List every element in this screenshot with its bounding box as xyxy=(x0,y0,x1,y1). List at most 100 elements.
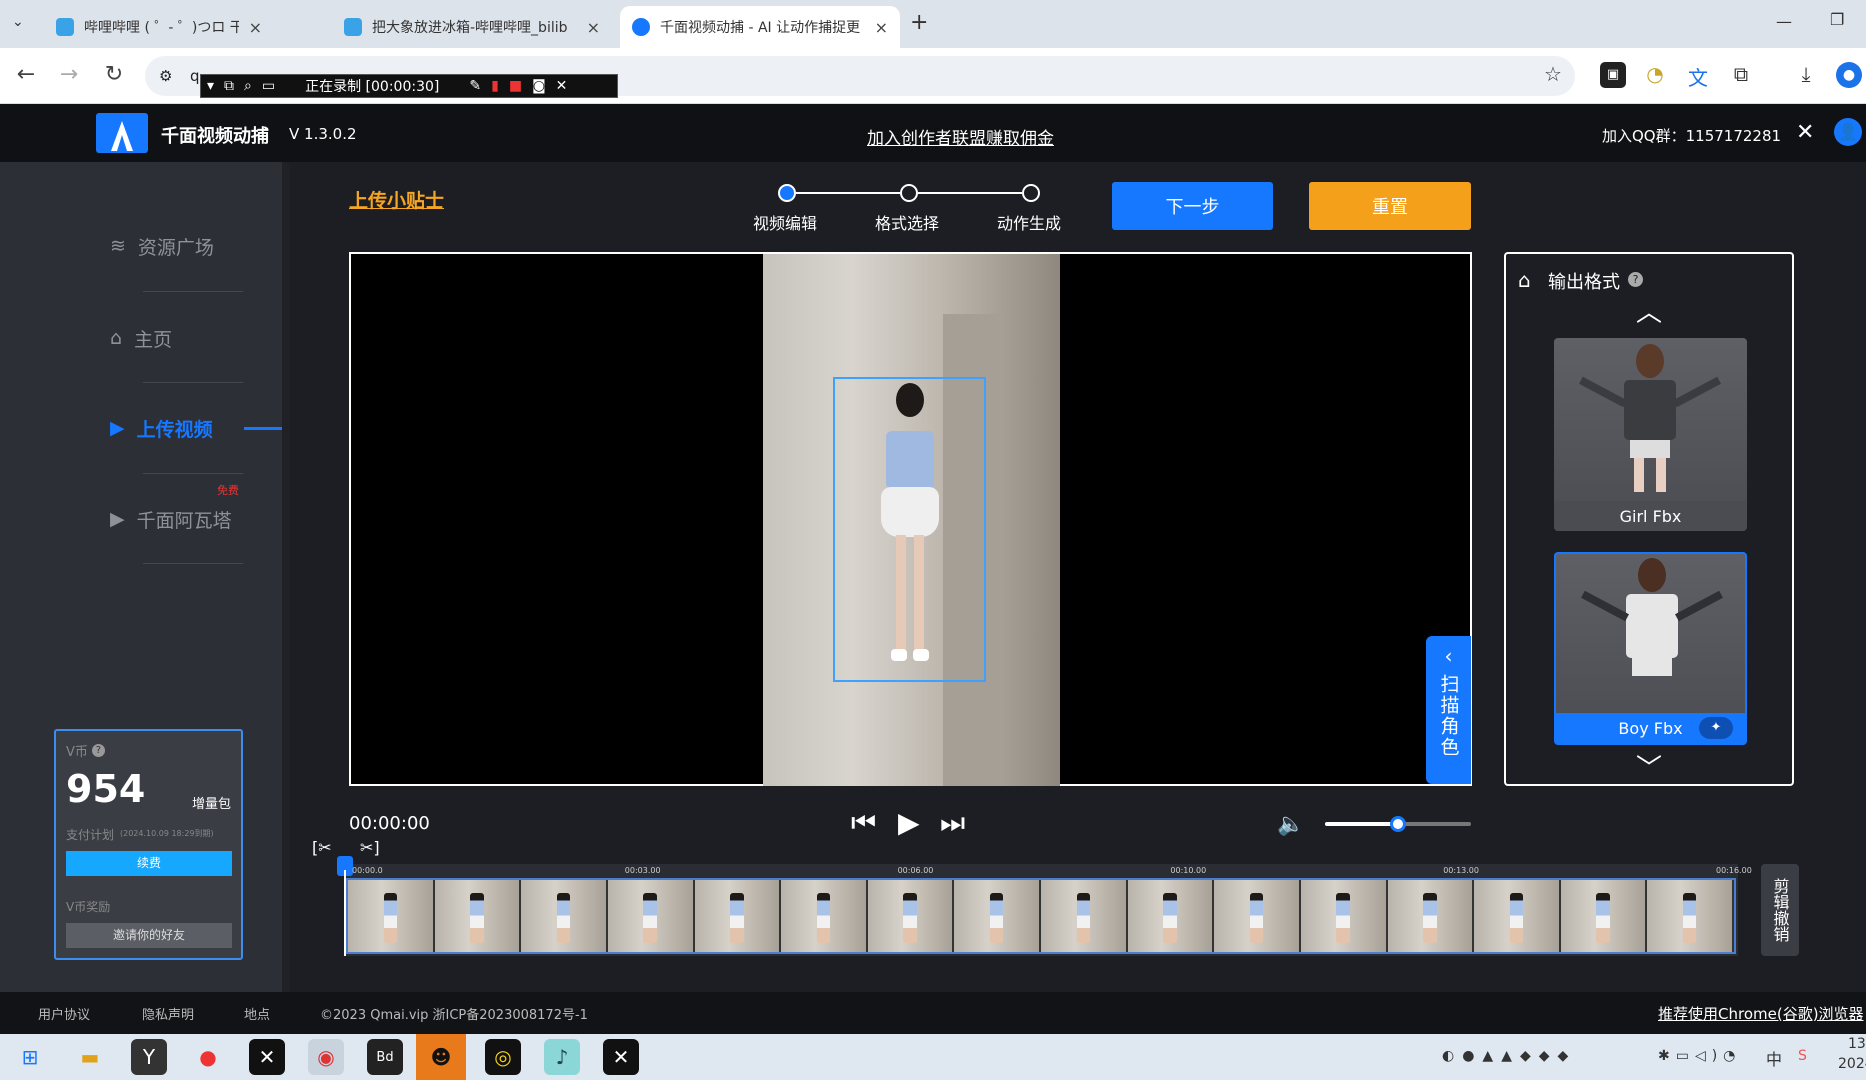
pause-icon[interactable]: ▮ xyxy=(491,78,499,94)
app-icon[interactable]: ♪ xyxy=(544,1039,580,1075)
tray-icons[interactable]: ◐●▲▲◆◆◆ xyxy=(1442,1048,1576,1064)
vcoin-pack[interactable]: 增量包 xyxy=(192,793,231,812)
vcoin-label-row: V币 ? xyxy=(66,741,105,760)
network-volume-icons[interactable]: ✱▭◁)◔ xyxy=(1658,1048,1741,1064)
video-icon: ▶ xyxy=(110,508,125,530)
volume-icon[interactable]: 🔈 xyxy=(1277,812,1304,837)
join-creator-link[interactable]: 加入创作者联盟赚取佣金 xyxy=(867,124,1054,149)
browser-tab-bilibili-home[interactable]: 哔哩哔哩 ( ゜- ゜)つロ 干杯~-bi × xyxy=(44,6,274,48)
chrome-icon[interactable]: ◉ xyxy=(308,1039,344,1075)
zoom-icon[interactable]: ⌕ xyxy=(244,78,252,94)
app-header: 千面视频动捕 V 1.3.0.2 加入创作者联盟赚取佣金 加入QQ群：11571… xyxy=(0,104,1866,162)
volume-knob[interactable] xyxy=(1390,816,1406,832)
browser-tab-qianmian[interactable]: 千面视频动捕 - AI 让动作捕捉更 × xyxy=(620,6,900,48)
skip-back-icon[interactable]: ⏮ xyxy=(851,806,876,840)
magic-wand-icon[interactable]: ✦ xyxy=(1699,717,1733,739)
reload-icon[interactable]: ↻ xyxy=(100,62,128,87)
app-tray-icon[interactable]: S xyxy=(1798,1048,1807,1064)
sidebar-item-upload-video[interactable]: ▶ 上传视频 xyxy=(110,398,213,458)
crop-icon[interactable]: ▭ xyxy=(262,78,275,94)
cut-undo-label: 剪辑撤销 xyxy=(1770,878,1790,942)
footer-link-privacy[interactable]: 隐私声明 xyxy=(142,1004,194,1023)
sidebar-item-label: 资源广场 xyxy=(137,236,214,259)
extensions-puzzle-icon[interactable]: ⧉ xyxy=(1728,62,1754,88)
capcut-icon[interactable]: ✕ xyxy=(249,1039,285,1075)
close-icon[interactable]: × xyxy=(875,18,888,37)
footer-link-location[interactable]: 地点 xyxy=(244,1004,270,1023)
scan-character-button[interactable]: ‹ 扫描角色 xyxy=(1426,636,1471,784)
app-icon[interactable]: Bd xyxy=(367,1039,403,1075)
pen-icon[interactable]: ✎ xyxy=(469,78,481,94)
maximize-icon[interactable]: ❐ xyxy=(1830,10,1844,29)
download-icon[interactable]: ⤓ xyxy=(1793,62,1819,88)
file-explorer-icon[interactable]: ▬ xyxy=(72,1039,108,1075)
capcut-icon[interactable]: ✕ xyxy=(603,1039,639,1075)
close-icon[interactable]: ✕ xyxy=(556,78,568,94)
upload-tips-link[interactable]: 上传小贴士 xyxy=(349,186,444,213)
divider xyxy=(143,382,243,383)
timeline-thumbnail xyxy=(1300,880,1388,952)
active-indicator xyxy=(244,427,282,430)
close-icon[interactable]: × xyxy=(587,18,600,37)
footer-link-user-agreement[interactable]: 用户协议 xyxy=(38,1004,90,1023)
skip-forward-icon[interactable]: ⏭ xyxy=(940,806,965,840)
qq-icon[interactable]: ☻ xyxy=(416,1034,466,1080)
cut-undo-button[interactable]: 剪辑撤销 xyxy=(1761,864,1799,956)
clock-date[interactable]: 2024 xyxy=(1838,1056,1866,1072)
scan-label: 扫描角色 xyxy=(1437,674,1460,758)
camera-icon[interactable]: ◙ xyxy=(532,78,546,94)
step-connector xyxy=(918,192,1022,194)
tools-icon[interactable]: ✕ xyxy=(1796,120,1814,145)
minimize-icon[interactable]: — xyxy=(1776,12,1792,31)
chevron-down-icon[interactable]: ﹀ xyxy=(1636,748,1662,785)
tab-list-chevron-icon[interactable]: ⌄ xyxy=(12,14,34,36)
reset-button[interactable]: 重置 xyxy=(1309,182,1471,230)
app-icon[interactable]: ◎ xyxy=(485,1039,521,1075)
close-icon[interactable]: × xyxy=(249,18,262,37)
format-card-girl-fbx[interactable]: Girl Fbx xyxy=(1554,338,1747,531)
help-icon[interactable]: ? xyxy=(91,744,105,757)
extension-icon[interactable]: ◔ xyxy=(1642,62,1668,88)
new-tab-button[interactable]: + xyxy=(910,10,928,35)
invite-friends-button[interactable]: 邀请你的好友 xyxy=(66,923,232,948)
app-logo-icon xyxy=(96,113,148,153)
play-icon[interactable]: ▶ xyxy=(898,806,920,839)
sidebar-item-avatar[interactable]: ▶ 千面阿瓦塔 xyxy=(110,489,232,549)
user-avatar-icon[interactable]: 👤 xyxy=(1834,118,1862,146)
start-icon[interactable]: ⊞ xyxy=(12,1039,48,1075)
address-text: q xyxy=(190,67,200,85)
video-icon: ▶ xyxy=(110,417,125,439)
sidebar-item-home[interactable]: ⌂ 主页 xyxy=(110,308,172,368)
app-icon[interactable]: Y xyxy=(131,1039,167,1075)
taskbar: ⊞ ▬ Y ● ✕ ◉ Bd ☻ ◎ ♪ ✕ ◐●▲▲◆◆◆ ✱▭◁)◔ 中 S… xyxy=(0,1034,1866,1080)
volume-slider[interactable] xyxy=(1325,816,1471,832)
renew-button[interactable]: 续费 xyxy=(66,851,232,876)
trim-start-icon[interactable]: [✂ xyxy=(312,838,332,857)
person-bounding-box[interactable] xyxy=(833,377,986,682)
sidebar-item-resource-square[interactable]: ≋ 资源广场 xyxy=(110,216,214,276)
site-settings-icon[interactable]: ⚙ xyxy=(159,56,172,96)
extension-icon[interactable]: ▣ xyxy=(1600,62,1626,88)
dropdown-icon[interactable]: ▾ xyxy=(207,78,214,94)
stop-icon[interactable]: ■ xyxy=(509,78,522,94)
back-icon[interactable]: ← xyxy=(12,62,40,87)
home-icon: ⌂ xyxy=(110,327,123,349)
clock-time[interactable]: 13 xyxy=(1848,1036,1866,1052)
bookmark-star-icon[interactable]: ☆ xyxy=(1540,62,1566,88)
timeline-thumbnail xyxy=(1560,880,1648,952)
recorder-app-icon[interactable]: ● xyxy=(190,1039,226,1075)
profile-avatar-icon[interactable]: ● xyxy=(1836,62,1862,88)
timeline-thumbnails[interactable] xyxy=(346,878,1736,954)
trim-end-icon[interactable]: ✂] xyxy=(360,838,380,857)
chevron-up-icon[interactable]: ︿ xyxy=(1636,292,1662,329)
browser-tab-bar: ⌄ 哔哩哔哩 ( ゜- ゜)つロ 干杯~-bi × 把大象放进冰箱-哔哩哔哩_b… xyxy=(0,0,1866,48)
window-icon[interactable]: ⧉ xyxy=(224,78,234,94)
forward-icon[interactable]: → xyxy=(55,62,83,87)
ime-indicator[interactable]: 中 xyxy=(1766,1046,1782,1070)
format-card-boy-fbx[interactable]: Boy Fbx ✦ xyxy=(1554,552,1747,745)
timeline-tick-label: 00:10.00 xyxy=(1170,866,1207,875)
help-icon[interactable]: ? xyxy=(1628,272,1643,287)
next-step-button[interactable]: 下一步 xyxy=(1112,182,1273,230)
browser-tab-bilibili-video[interactable]: 把大象放进冰箱-哔哩哔哩_bilib × xyxy=(332,6,612,48)
translate-icon[interactable]: 文 xyxy=(1685,62,1711,90)
